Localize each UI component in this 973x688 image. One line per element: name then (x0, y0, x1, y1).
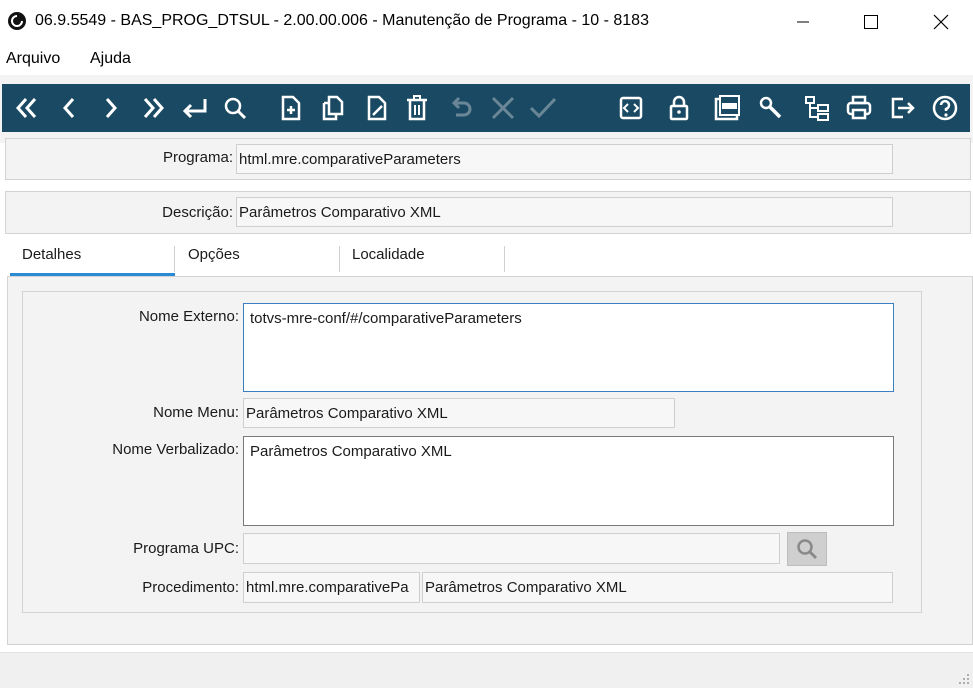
tab-separator (174, 246, 175, 272)
title-bar: 06.9.5549 - BAS_PROG_DTSUL - 2.00.00.006… (0, 0, 973, 44)
delete-button[interactable] (402, 92, 432, 124)
tab-separator (504, 246, 505, 272)
nome-verbalizado-field[interactable]: Parâmetros Comparativo XML (243, 436, 894, 526)
status-bar (0, 652, 973, 688)
menu-ajuda[interactable]: Ajuda (90, 50, 131, 68)
lock-icon (669, 95, 689, 121)
first-icon (15, 98, 37, 118)
cancel-icon (491, 96, 515, 120)
programa-panel: Programa: html.mre.comparativeParameters (5, 138, 971, 180)
new-button[interactable] (276, 92, 306, 124)
close-button[interactable] (918, 0, 964, 44)
app-logo-icon (8, 12, 26, 30)
undo-icon (451, 96, 472, 117)
prev-icon (62, 98, 75, 118)
exit-icon (891, 97, 915, 119)
last-record-button[interactable] (138, 92, 168, 124)
toolbar (2, 84, 970, 132)
next-icon (105, 98, 118, 118)
programa-label: Programa: (162, 149, 233, 166)
tab-localidade[interactable]: Localidade (352, 246, 425, 278)
edit-icon (367, 95, 387, 121)
nome-externo-label: Nome Externo: (138, 308, 239, 325)
help-button[interactable] (930, 92, 960, 124)
descricao-panel: Descrição: Parâmetros Comparativo XML (5, 191, 971, 234)
copy-icon (322, 95, 344, 121)
code-button[interactable] (616, 92, 646, 124)
maximize-button[interactable] (848, 0, 894, 44)
programa-upc-zoom-button[interactable] (787, 532, 827, 566)
delete-icon (407, 95, 427, 121)
procedimento-code-field[interactable]: html.mre.comparativePa (243, 572, 420, 603)
last-icon (143, 98, 165, 118)
tab-bar: Detalhes Opções Localidade (0, 240, 973, 278)
save-icon (529, 97, 557, 119)
maximize-icon (864, 15, 878, 29)
nome-externo-field[interactable]: totvs-mre-conf/#/comparativeParameters (243, 303, 894, 392)
cancel-button[interactable] (488, 92, 518, 124)
descricao-field[interactable]: Parâmetros Comparativo XML (236, 197, 893, 227)
search-button[interactable] (220, 92, 250, 124)
print-icon (846, 95, 872, 120)
resize-grip-icon[interactable] (956, 671, 970, 685)
tab-opcoes[interactable]: Opções (188, 246, 240, 278)
lock-button[interactable] (664, 92, 694, 124)
help-icon (932, 95, 958, 121)
nome-menu-field[interactable]: Parâmetros Comparativo XML (243, 398, 675, 428)
procedimento-label: Procedimento: (142, 579, 239, 596)
print-button[interactable] (844, 92, 874, 124)
goto-button[interactable] (180, 92, 210, 124)
menu-arquivo[interactable]: Arquivo (6, 50, 60, 68)
close-icon (933, 14, 949, 30)
previous-record-button[interactable] (54, 92, 84, 124)
programa-upc-field[interactable] (243, 533, 780, 564)
window-title: 06.9.5549 - BAS_PROG_DTSUL - 2.00.00.006… (35, 12, 649, 29)
first-record-button[interactable] (12, 92, 42, 124)
save-button[interactable] (528, 92, 558, 124)
descricao-label: Descrição: (162, 204, 233, 221)
tree-button[interactable] (802, 92, 832, 124)
pdf-button[interactable] (712, 92, 742, 124)
procedimento-desc-field: Parâmetros Comparativo XML (422, 572, 893, 603)
code-icon (619, 96, 643, 120)
exit-button[interactable] (888, 92, 918, 124)
minimize-button[interactable] (780, 0, 826, 44)
minimize-icon (797, 21, 809, 23)
search-icon (797, 539, 818, 560)
nome-verbalizado-label: Nome Verbalizado: (112, 441, 239, 458)
tools-icon (759, 96, 782, 119)
menu-bar: Arquivo Ajuda (0, 46, 973, 74)
tab-separator (339, 246, 340, 272)
edit-button[interactable] (362, 92, 392, 124)
search-icon (224, 97, 247, 120)
copy-button[interactable] (318, 92, 348, 124)
nome-menu-label: Nome Menu: (153, 404, 239, 421)
pdf-icon (714, 95, 740, 121)
programa-upc-label: Programa UPC: (133, 540, 239, 557)
tree-icon (805, 96, 829, 121)
undo-button[interactable] (446, 92, 476, 124)
next-record-button[interactable] (96, 92, 126, 124)
tools-button[interactable] (756, 92, 786, 124)
new-icon (281, 95, 301, 121)
toolbar-area (0, 75, 973, 143)
goto-icon (182, 99, 207, 119)
programa-field[interactable]: html.mre.comparativeParameters (236, 144, 893, 174)
